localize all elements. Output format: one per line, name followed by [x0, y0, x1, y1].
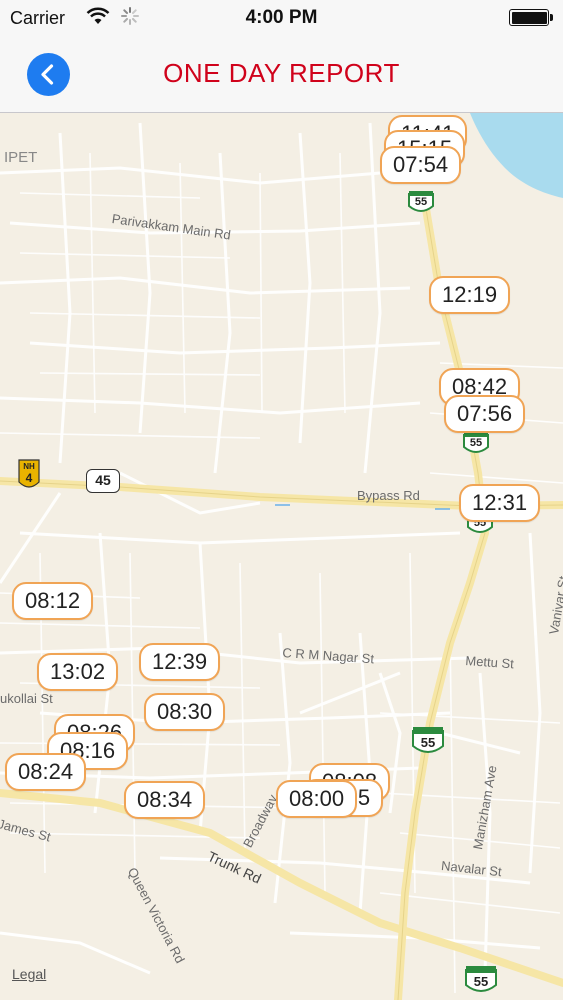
navigation-bar: ONE DAY REPORT — [0, 36, 563, 113]
route55-shield-icon: 55 — [462, 431, 490, 455]
map-marker[interactable]: 13:02 — [37, 653, 119, 691]
status-bar: Carrier 4:00 PM — [0, 0, 563, 36]
map-marker[interactable]: 07:54 — [380, 146, 462, 184]
route55-shield-icon: 55 — [464, 965, 498, 995]
route55-label: 55 — [414, 196, 428, 208]
route55-label: 55 — [420, 735, 436, 750]
map-marker[interactable]: 12:31 — [459, 484, 541, 522]
map-label-ukollai: ukollai St — [0, 691, 53, 706]
map-marker[interactable]: 08:12 — [12, 582, 94, 620]
battery-tip — [550, 14, 553, 21]
map-marker[interactable]: 07:56 — [444, 395, 526, 433]
map-marker[interactable]: 08:30 — [144, 693, 226, 731]
map-marker[interactable]: 12:39 — [139, 643, 221, 681]
battery-icon — [509, 9, 549, 26]
map-label-area: IPET — [4, 149, 38, 166]
route45-shield: 45 — [86, 469, 120, 493]
map-marker[interactable]: 08:00 — [276, 780, 358, 818]
map-marker[interactable]: 08:34 — [124, 781, 206, 819]
route55-label: 55 — [473, 974, 489, 989]
nh4-shield-icon: NH 4 — [17, 458, 41, 492]
page-title: ONE DAY REPORT — [163, 58, 400, 88]
map-marker[interactable]: 08:24 — [5, 753, 87, 791]
nh4-shield-number: 4 — [25, 471, 33, 485]
legal-link[interactable]: Legal — [12, 966, 46, 982]
nh4-shield-top: NH — [23, 462, 35, 471]
route55-shield-icon: 55 — [407, 190, 435, 214]
map-label-bypass: Bypass Rd — [357, 488, 420, 503]
route55-label: 55 — [469, 437, 483, 449]
map-marker[interactable]: 12:19 — [429, 276, 511, 314]
status-time: 4:00 PM — [245, 7, 318, 28]
route55-shield-icon: 55 — [411, 726, 445, 756]
map-view[interactable]: IPET Parivakkam Main Rd Bypass Rd C R M … — [0, 113, 563, 1000]
